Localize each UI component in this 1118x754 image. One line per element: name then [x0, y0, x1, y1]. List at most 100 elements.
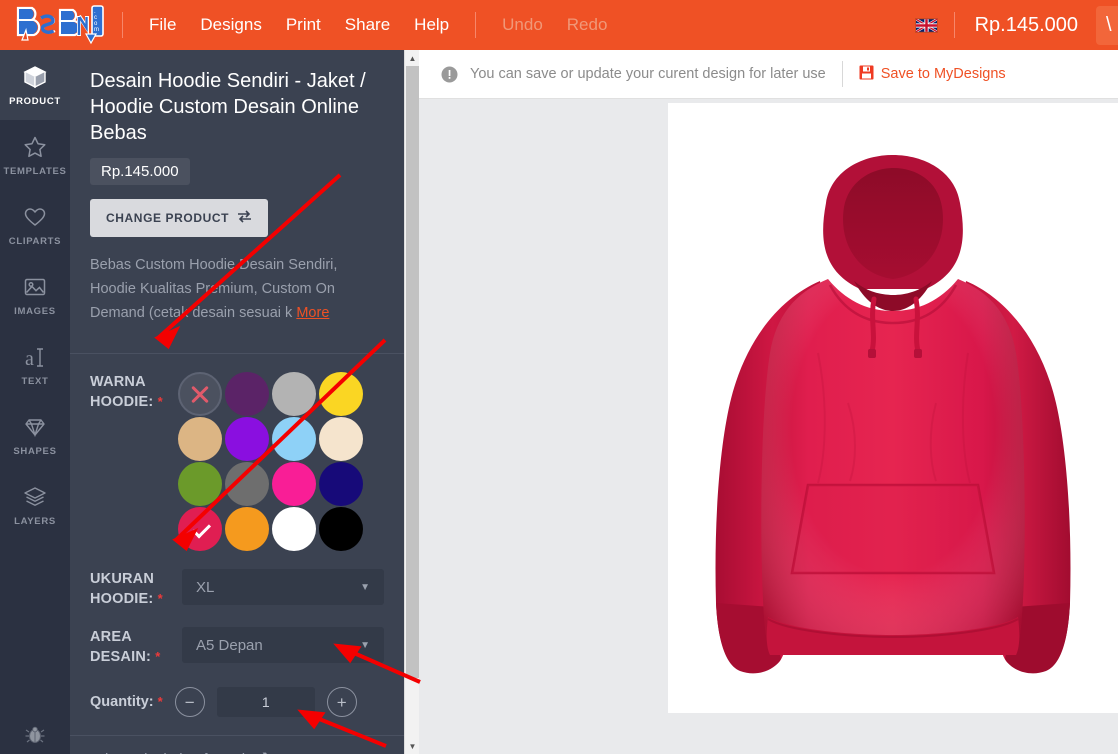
size-option-row: UKURAN HOODIE: * XL ▼: [90, 551, 384, 609]
sidebar-item-label: LAYERS: [14, 515, 56, 527]
color-swatch-tan[interactable]: [178, 417, 222, 461]
color-swatch-hot-pink[interactable]: [272, 462, 316, 506]
sidebar-item-label: PRODUCT: [9, 95, 61, 107]
color-swatch-yellow[interactable]: [319, 372, 363, 416]
required-mark: *: [157, 694, 163, 709]
size-label: UKURAN HOODIE: *: [90, 571, 163, 607]
text-a-icon: a: [22, 344, 48, 370]
swap-arrows-icon: [237, 210, 252, 226]
star-icon: [22, 134, 48, 160]
quantity-decrease-button[interactable]: −: [174, 687, 205, 717]
sidebar-item-templates[interactable]: TEMPLATES: [0, 120, 70, 190]
chevron-down-icon: ▼: [360, 581, 370, 593]
area-label: AREA DESAIN: *: [90, 629, 161, 665]
product-description: Bebas Custom Hoodie Desain Sendiri, Hood…: [90, 253, 384, 325]
layers-icon: [22, 484, 48, 510]
floppy-disk-icon: [859, 65, 874, 84]
red-hoodie-front[interactable]: [668, 103, 1118, 715]
header-divider-1: [122, 12, 123, 38]
image-icon: [22, 274, 48, 300]
design-workspace[interactable]: [419, 99, 1118, 754]
menu-print[interactable]: Print: [274, 11, 333, 39]
sidebar-item-text[interactable]: a TEXT: [0, 330, 70, 400]
color-swatch-purple[interactable]: [225, 372, 269, 416]
save-to-mydesigns-button[interactable]: Save to MyDesigns: [859, 65, 1006, 84]
redo-button[interactable]: Redo: [555, 11, 620, 39]
color-swatch-crimson[interactable]: [178, 507, 222, 551]
color-option-row: WARNA HOODIE: *: [90, 354, 384, 551]
menu-share[interactable]: Share: [333, 11, 402, 39]
product-price-badge: Rp.145.000: [90, 158, 190, 185]
area-select[interactable]: A5 Depan ▼: [182, 627, 384, 663]
bug-icon[interactable]: [0, 724, 70, 746]
price-calculation-formula-link[interactable]: Price calculation formula ❯: [70, 736, 404, 754]
panel-scrollbar[interactable]: ▲ ▼: [404, 50, 419, 754]
sidebar-item-shapes[interactable]: SHAPES: [0, 400, 70, 470]
scrollbar-thumb[interactable]: [406, 66, 419, 678]
sidebar-item-layers[interactable]: LAYERS: [0, 470, 70, 540]
notice-divider: [841, 61, 843, 87]
sidebar-item-cliparts[interactable]: CLIPARTS: [0, 190, 70, 260]
size-value: XL: [196, 578, 215, 596]
scroll-down-button[interactable]: ▼: [405, 738, 420, 754]
color-swatch-white[interactable]: [272, 507, 316, 551]
color-swatch-cream[interactable]: [319, 417, 363, 461]
sidebar-item-label: SHAPES: [13, 445, 57, 457]
header-divider-2: [475, 12, 477, 38]
formula-label: Price calculation formula: [90, 751, 253, 754]
color-swatch-none[interactable]: [178, 372, 222, 416]
color-swatch-violet[interactable]: [225, 417, 269, 461]
header-price: Rp.145.000: [974, 13, 1078, 36]
quantity-increase-button[interactable]: +: [326, 687, 357, 717]
scroll-up-button[interactable]: ▲: [405, 50, 420, 66]
required-mark: *: [157, 394, 163, 409]
panel-header: Desain Hoodie Sendiri - Jaket / Hoodie C…: [70, 50, 404, 339]
color-swatch-orange[interactable]: [225, 507, 269, 551]
undo-button[interactable]: Undo: [490, 11, 555, 39]
info-icon: [441, 66, 458, 83]
color-swatch-silver[interactable]: [272, 372, 316, 416]
heart-icon: [22, 204, 48, 230]
svg-text:a: a: [25, 348, 34, 370]
size-select[interactable]: XL ▼: [182, 569, 384, 605]
area-value: A5 Depan: [196, 636, 263, 654]
quantity-label: Quantity: *: [90, 694, 163, 710]
svg-text:m: m: [94, 27, 99, 33]
menu-help[interactable]: Help: [402, 11, 461, 39]
color-swatch-olive-green[interactable]: [178, 462, 222, 506]
sidebar-item-label: TEXT: [21, 375, 49, 387]
more-link[interactable]: More: [296, 305, 329, 321]
color-label: WARNA HOODIE: *: [90, 374, 163, 410]
product-options-form: WARNA HOODIE: * UKURAN HOODIE: * XL ▼ AR…: [70, 354, 404, 717]
page-title: Desain Hoodie Sendiri - Jaket / Hoodie C…: [90, 70, 366, 144]
design-tool-app: .c om File Designs Print Share Help Undo…: [0, 0, 1118, 754]
bsbn-logo-icon[interactable]: .c om: [8, 2, 108, 48]
change-product-label: CHANGE PRODUCT: [106, 211, 230, 225]
sidebar-item-product[interactable]: PRODUCT: [0, 50, 70, 120]
sidebar-item-label: CLIPARTS: [8, 235, 62, 247]
notice-text: You can save or update your curent desig…: [470, 66, 826, 82]
menu-file[interactable]: File: [137, 11, 188, 39]
tool-rail: PRODUCT TEMPLATES CLIPARTS IMAGES a TEXT…: [0, 50, 70, 754]
sidebar-item-label: TEMPLATES: [3, 165, 67, 177]
uk-flag-icon[interactable]: [914, 17, 938, 33]
sidebar-item-images[interactable]: IMAGES: [0, 260, 70, 330]
chevron-down-icon: ▼: [360, 639, 370, 651]
area-option-row: AREA DESAIN: * A5 Depan ▼: [90, 609, 384, 667]
quantity-input[interactable]: [216, 687, 315, 717]
required-mark: *: [155, 649, 161, 664]
required-mark: *: [157, 591, 163, 606]
app-header: .c om File Designs Print Share Help Undo…: [0, 0, 1118, 50]
menu-designs[interactable]: Designs: [188, 11, 273, 39]
color-swatch-black[interactable]: [319, 507, 363, 551]
color-swatch-dark-gray[interactable]: [225, 462, 269, 506]
quantity-row: Quantity: * − +: [90, 667, 384, 717]
design-canvas[interactable]: [668, 103, 1118, 713]
sidebar-item-label: IMAGES: [14, 305, 56, 317]
change-product-button[interactable]: CHANGE PRODUCT: [90, 199, 269, 237]
color-swatch-light-blue[interactable]: [272, 417, 316, 461]
cart-button[interactable]: \: [1096, 5, 1118, 45]
header-divider-3: [953, 12, 955, 38]
color-swatch-navy[interactable]: [319, 462, 363, 506]
save-notice-bar: You can save or update your curent desig…: [419, 50, 1118, 99]
